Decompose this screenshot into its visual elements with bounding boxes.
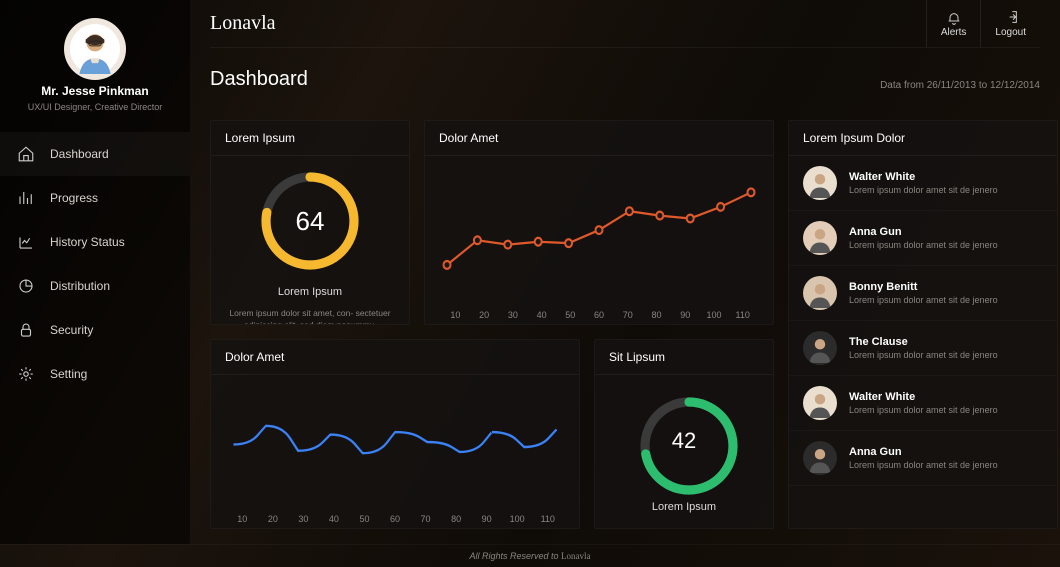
line-chart-1 <box>439 166 759 300</box>
page-header: Dashboard Data from 26/11/2013 to 12/12/… <box>210 48 1040 106</box>
donut-chart-1: 64 <box>255 166 365 276</box>
footer: All Rights Reserved to Lonavla <box>0 544 1060 567</box>
avatar-person-icon <box>805 168 835 198</box>
main: Lonavla Alerts Logout Dashboard Data fro… <box>190 0 1060 544</box>
card-title: Sit Lipsum <box>595 340 773 375</box>
bell-icon <box>946 9 962 25</box>
sidebar-item-setting[interactable]: Setting <box>0 352 190 396</box>
sidebar-item-label: Dashboard <box>50 147 109 161</box>
person-sub: Lorem ipsum dolor amet sit de jenero <box>849 350 998 360</box>
lock-icon <box>16 320 36 340</box>
person-avatar <box>803 331 837 365</box>
person-row[interactable]: Walter White Lorem ipsum dolor amet sit … <box>789 376 1057 431</box>
donut-1-label: Lorem Ipsum <box>278 286 342 298</box>
gear-icon <box>16 364 36 384</box>
card-gauge-2: Sit Lipsum 42 Lorem Ipsum <box>594 339 774 529</box>
donut-2-value: 42 <box>634 391 734 491</box>
top-actions: Alerts Logout <box>926 0 1040 47</box>
sidebar-item-label: Setting <box>50 367 87 381</box>
person-sub: Lorem ipsum dolor amet sit de jenero <box>849 460 998 470</box>
line-1-x-ticks: 102030405060708090100110 <box>439 306 759 320</box>
profile-role: UX/UI Designer, Creative Director <box>28 102 163 112</box>
donut-chart-2: 42 <box>634 391 734 491</box>
person-avatar <box>803 441 837 475</box>
card-line-2: Dolor Amet 102030405060708090100110 <box>210 339 580 529</box>
avatar-person-icon <box>805 278 835 308</box>
profile-name: Mr. Jesse Pinkman <box>41 84 148 98</box>
alerts-button[interactable]: Alerts <box>926 0 981 47</box>
alerts-label: Alerts <box>941 27 967 38</box>
profile-avatar[interactable] <box>64 18 126 80</box>
page-date-range: Data from 26/11/2013 to 12/12/2014 <box>880 80 1040 91</box>
people-list[interactable]: Walter White Lorem ipsum dolor amet sit … <box>789 156 1057 528</box>
donut-1-value: 64 <box>255 166 365 276</box>
person-row[interactable]: Bonny Benitt Lorem ipsum dolor amet sit … <box>789 266 1057 321</box>
person-sub: Lorem ipsum dolor amet sit de jenero <box>849 185 998 195</box>
avatar-person-icon <box>805 223 835 253</box>
card-line-1: Dolor Amet 102030405060708090100110 <box>424 120 774 325</box>
topbar: Lonavla Alerts Logout <box>210 0 1040 48</box>
person-name: The Clause <box>849 336 998 348</box>
donut-2-label: Lorem Ipsum <box>652 501 716 513</box>
sidebar-item-label: History Status <box>50 235 125 249</box>
line-2-x-ticks: 102030405060708090100110 <box>225 510 565 524</box>
person-row[interactable]: Anna Gun Lorem ipsum dolor amet sit de j… <box>789 431 1057 486</box>
sidebar-item-distribution[interactable]: Distribution <box>0 264 190 308</box>
footer-brand: Lonavla <box>561 551 591 561</box>
person-avatar <box>803 166 837 200</box>
person-row[interactable]: Anna Gun Lorem ipsum dolor amet sit de j… <box>789 211 1057 266</box>
sidebar-item-security[interactable]: Security <box>0 308 190 352</box>
person-name: Anna Gun <box>849 226 998 238</box>
logout-button[interactable]: Logout <box>980 0 1040 47</box>
person-avatar <box>803 386 837 420</box>
person-sub: Lorem ipsum dolor amet sit de jenero <box>849 405 998 415</box>
sidebar: Mr. Jesse Pinkman UX/UI Designer, Creati… <box>0 0 190 544</box>
page-title: Dashboard <box>210 68 308 91</box>
sidebar-item-label: Progress <box>50 191 98 205</box>
person-row[interactable]: Walter White Lorem ipsum dolor amet sit … <box>789 156 1057 211</box>
sidebar-item-label: Security <box>50 323 93 337</box>
sidebar-item-progress[interactable]: Progress <box>0 176 190 220</box>
person-avatar <box>803 221 837 255</box>
avatar-person-icon <box>805 388 835 418</box>
donut-1-desc: Lorem ipsum dolor sit amet, con- sectetu… <box>225 308 395 325</box>
avatar-person-icon <box>70 24 120 74</box>
dashboard-grid: Lorem Ipsum 64 Lorem Ipsum Lorem ipsum d… <box>210 106 1040 544</box>
bars-icon <box>16 188 36 208</box>
card-title: Lorem Ipsum Dolor <box>789 121 1057 156</box>
home-icon <box>16 144 36 164</box>
history-icon <box>16 232 36 252</box>
sidebar-item-history-status[interactable]: History Status <box>0 220 190 264</box>
person-name: Walter White <box>849 171 998 183</box>
sidebar-item-dashboard[interactable]: Dashboard <box>0 132 190 176</box>
sidebar-item-label: Distribution <box>50 279 110 293</box>
line-chart-2 <box>225 385 565 504</box>
sidebar-nav: Dashboard Progress History Status Distribut… <box>0 132 190 396</box>
avatar-person-icon <box>805 333 835 363</box>
footer-text: All Rights Reserved to <box>469 551 561 561</box>
logout-label: Logout <box>995 27 1026 38</box>
person-name: Anna Gun <box>849 446 998 458</box>
avatar-person-icon <box>805 443 835 473</box>
person-row[interactable]: The Clause Lorem ipsum dolor amet sit de… <box>789 321 1057 376</box>
brand-logo[interactable]: Lonavla <box>210 12 276 35</box>
person-avatar <box>803 276 837 310</box>
person-sub: Lorem ipsum dolor amet sit de jenero <box>849 295 998 305</box>
person-name: Bonny Benitt <box>849 281 998 293</box>
person-name: Walter White <box>849 391 998 403</box>
card-title: Lorem Ipsum <box>211 121 409 156</box>
person-sub: Lorem ipsum dolor amet sit de jenero <box>849 240 998 250</box>
card-title: Dolor Amet <box>211 340 579 375</box>
card-title: Dolor Amet <box>425 121 773 156</box>
logout-icon <box>1003 9 1019 25</box>
pie-icon <box>16 276 36 296</box>
profile-block: Mr. Jesse Pinkman UX/UI Designer, Creati… <box>0 14 190 126</box>
card-gauge-1: Lorem Ipsum 64 Lorem Ipsum Lorem ipsum d… <box>210 120 410 325</box>
card-people: Lorem Ipsum Dolor Walter White Lorem ips… <box>788 120 1058 529</box>
